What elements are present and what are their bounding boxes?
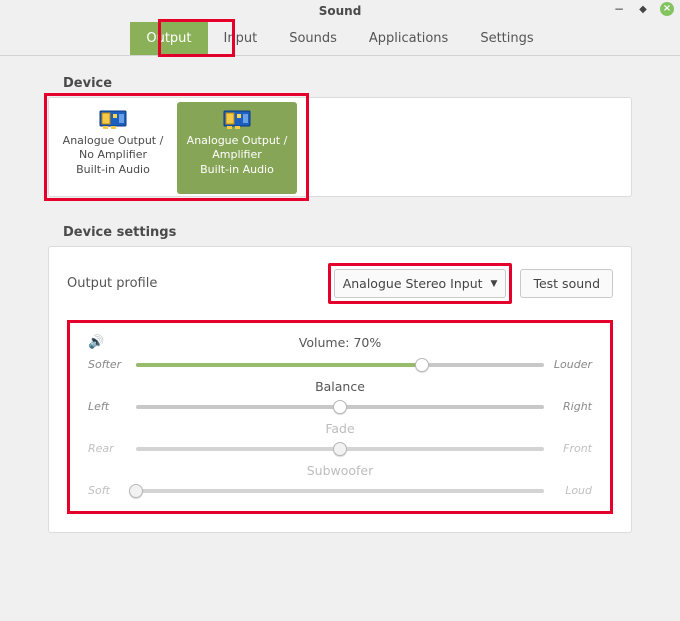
fade-label: Fade bbox=[88, 421, 592, 436]
device-line3: Built-in Audio bbox=[200, 163, 274, 177]
balance-slider-row: Left Right bbox=[88, 400, 592, 413]
subwoofer-left-label: Soft bbox=[88, 484, 128, 497]
balance-label: Balance bbox=[88, 379, 592, 394]
device-line2: No Amplifier bbox=[79, 148, 147, 162]
tab-input-label: Input bbox=[224, 31, 258, 46]
tabs: Output Input Sounds Applications Setting… bbox=[0, 22, 680, 56]
volume-label: Volume: 70% bbox=[299, 335, 381, 350]
window-controls: − ◆ × bbox=[612, 2, 674, 16]
device-line1: Analogue Output / bbox=[187, 134, 288, 148]
minimize-button[interactable]: − bbox=[612, 2, 626, 16]
tab-applications-label: Applications bbox=[369, 31, 448, 46]
device-card-no-amplifier[interactable]: Analogue Output / No Amplifier Built-in … bbox=[53, 102, 173, 194]
tab-input[interactable]: Input bbox=[208, 22, 274, 55]
test-sound-button[interactable]: Test sound bbox=[520, 269, 613, 298]
tab-applications[interactable]: Applications bbox=[353, 22, 464, 55]
fade-right-label: Front bbox=[552, 442, 592, 455]
tab-sounds[interactable]: Sounds bbox=[273, 22, 353, 55]
speaker-icon: 🔊 bbox=[88, 335, 104, 350]
fade-left-label: Rear bbox=[88, 442, 128, 455]
subwoofer-slider bbox=[136, 489, 544, 493]
tab-output[interactable]: Output bbox=[130, 22, 207, 55]
device-line3: Built-in Audio bbox=[76, 163, 150, 177]
tab-settings-label: Settings bbox=[480, 31, 533, 46]
balance-left-label: Left bbox=[88, 400, 128, 413]
volume-left-label: Softer bbox=[88, 358, 128, 371]
volume-slider[interactable] bbox=[136, 363, 544, 367]
test-sound-label: Test sound bbox=[533, 276, 600, 291]
sound-card-icon bbox=[99, 108, 127, 130]
device-list: Analogue Output / No Amplifier Built-in … bbox=[48, 97, 632, 197]
output-profile-label: Output profile bbox=[67, 276, 157, 291]
tab-output-label: Output bbox=[146, 31, 191, 46]
window-title: Sound bbox=[319, 4, 362, 18]
volume-header: 🔊 Volume: 70% bbox=[88, 335, 592, 350]
device-panel-wrap: Analogue Output / No Amplifier Built-in … bbox=[48, 97, 632, 197]
tab-settings[interactable]: Settings bbox=[464, 22, 549, 55]
fade-slider-row: Rear Front bbox=[88, 442, 592, 455]
maximize-button[interactable]: ◆ bbox=[636, 2, 650, 16]
close-button[interactable]: × bbox=[660, 2, 674, 16]
sound-card-icon bbox=[223, 108, 251, 130]
highlight-profile-combo: Analogue Stereo Input ▼ bbox=[328, 263, 513, 304]
tab-sounds-label: Sounds bbox=[289, 31, 337, 46]
sliders-block: 🔊 Volume: 70% Softer Louder Balance Left… bbox=[67, 320, 613, 514]
balance-slider[interactable] bbox=[136, 405, 544, 409]
fade-slider bbox=[136, 447, 544, 451]
chevron-down-icon: ▼ bbox=[491, 279, 498, 289]
output-profile-row: Output profile Analogue Stereo Input ▼ T… bbox=[67, 263, 613, 304]
subwoofer-label: Subwoofer bbox=[88, 463, 592, 478]
balance-right-label: Right bbox=[552, 400, 592, 413]
output-profile-combo[interactable]: Analogue Stereo Input ▼ bbox=[334, 269, 507, 298]
content: Device Analogue Output / No Amplifier Bu… bbox=[0, 56, 680, 533]
title-bar: Sound − ◆ × bbox=[0, 0, 680, 22]
device-settings-panel: Output profile Analogue Stereo Input ▼ T… bbox=[48, 246, 632, 533]
device-line1: Analogue Output / bbox=[63, 134, 164, 148]
output-profile-value: Analogue Stereo Input bbox=[343, 276, 483, 291]
device-card-amplifier[interactable]: Analogue Output / Amplifier Built-in Aud… bbox=[177, 102, 297, 194]
subwoofer-slider-row: Soft Loud bbox=[88, 484, 592, 497]
volume-right-label: Louder bbox=[552, 358, 592, 371]
device-section-label: Device bbox=[63, 76, 632, 91]
device-line2: Amplifier bbox=[212, 148, 262, 162]
device-settings-section-label: Device settings bbox=[63, 225, 632, 240]
volume-slider-row: Softer Louder bbox=[88, 358, 592, 371]
subwoofer-right-label: Loud bbox=[552, 484, 592, 497]
